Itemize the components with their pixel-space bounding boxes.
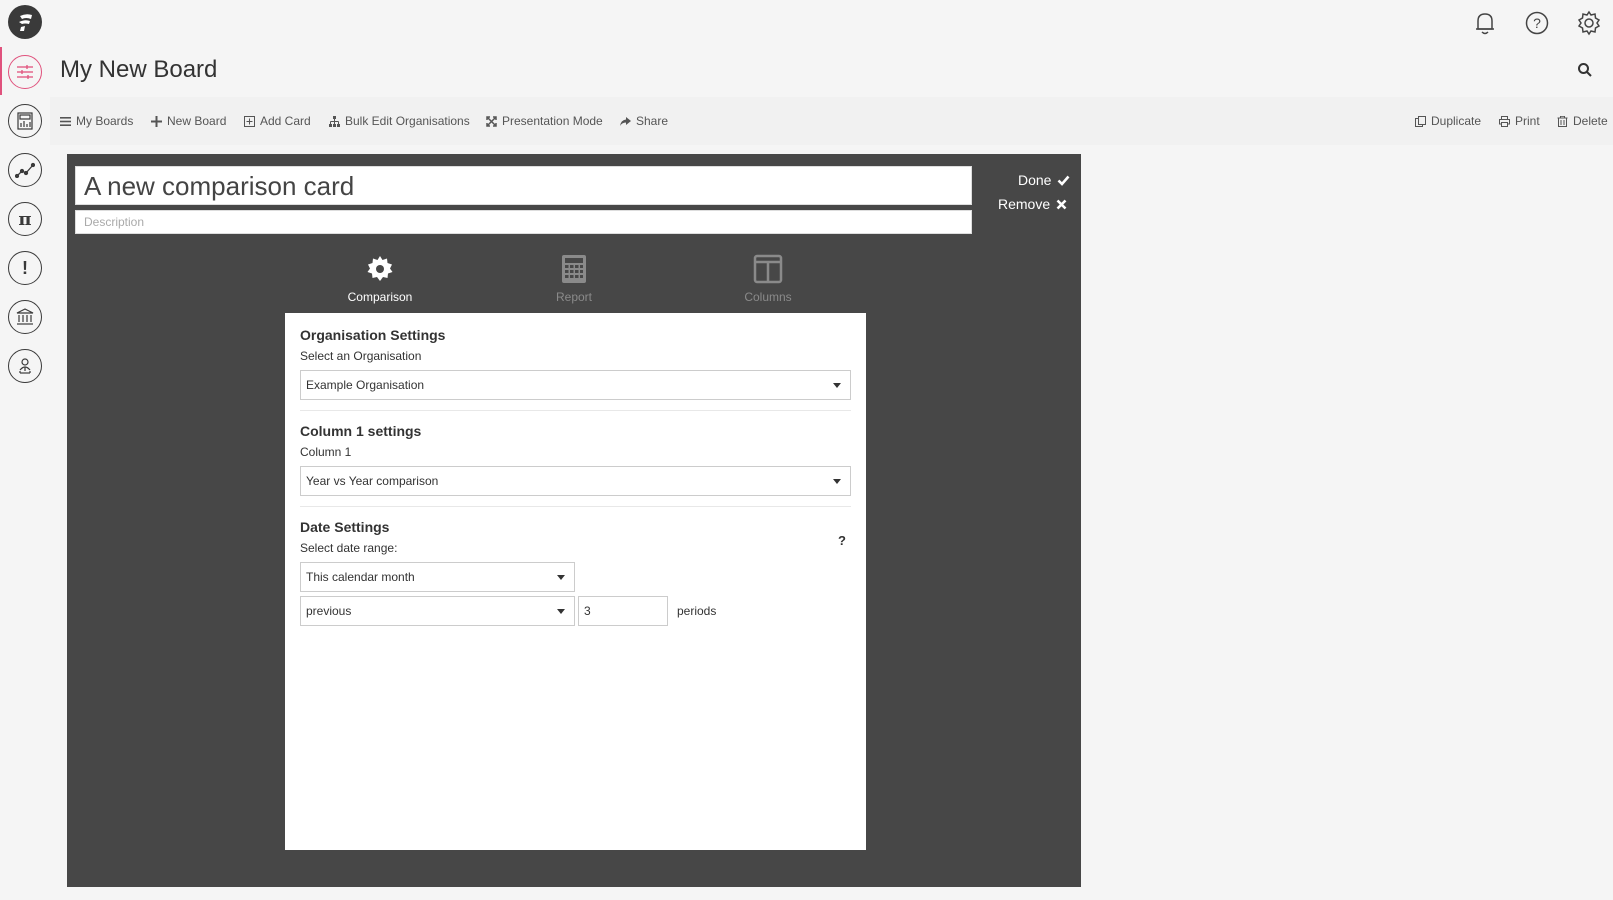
- share-button[interactable]: Share: [620, 114, 668, 128]
- caret-down-icon: [557, 575, 565, 580]
- trash-icon: [1557, 115, 1568, 127]
- tab-comparison-label: Comparison: [347, 290, 413, 304]
- period-direction-select[interactable]: previous: [300, 596, 575, 626]
- organisation-label: Select an Organisation: [300, 349, 422, 363]
- caret-down-icon: [833, 383, 841, 388]
- settings-panel: Organisation Settings Select an Organisa…: [285, 313, 866, 850]
- user-tree-icon[interactable]: [8, 349, 42, 383]
- alert-icon[interactable]: !: [8, 251, 42, 285]
- close-icon: [1056, 199, 1067, 209]
- divider: [300, 506, 851, 507]
- bank-icon[interactable]: [8, 300, 42, 334]
- trend-chart-icon[interactable]: [8, 153, 42, 187]
- print-button[interactable]: Print: [1499, 114, 1540, 128]
- period-direction-value: previous: [306, 604, 352, 618]
- fathom-logo-icon[interactable]: [8, 5, 42, 39]
- organisation-select[interactable]: Example Organisation: [300, 370, 851, 400]
- print-label: Print: [1515, 114, 1540, 128]
- active-indicator: [0, 47, 2, 95]
- bulk-edit-label: Bulk Edit Organisations: [345, 114, 470, 128]
- delete-button[interactable]: Delete: [1557, 114, 1608, 128]
- bulk-edit-button[interactable]: Bulk Edit Organisations: [329, 114, 470, 128]
- column1-select[interactable]: Year vs Year comparison: [300, 466, 851, 496]
- remove-label: Remove: [998, 196, 1051, 212]
- presentation-mode-label: Presentation Mode: [502, 114, 603, 128]
- page-title: My New Board: [60, 56, 218, 83]
- gear-icon: [367, 256, 393, 281]
- add-card-button[interactable]: Add Card: [244, 114, 311, 128]
- add-card-label: Add Card: [260, 114, 311, 128]
- duplicate-button[interactable]: Duplicate: [1415, 114, 1481, 128]
- share-label: Share: [636, 114, 669, 128]
- tab-columns-label: Columns: [744, 290, 792, 304]
- organisation-select-value: Example Organisation: [306, 378, 425, 392]
- toolbar: My Boards New Board Add Card Bulk Edit O…: [50, 97, 1613, 145]
- done-label: Done: [1018, 172, 1052, 188]
- card-description-input[interactable]: Description: [75, 210, 972, 234]
- card-title-input[interactable]: A new comparison card: [75, 166, 972, 205]
- card-editor: A new comparison card Description Done R…: [67, 154, 1081, 887]
- settings-sliders-icon[interactable]: [8, 55, 42, 89]
- pdf-report-icon[interactable]: [8, 104, 42, 138]
- column1-label: Column 1: [300, 445, 352, 459]
- check-icon: [1058, 175, 1070, 186]
- gear-icon[interactable]: [1574, 8, 1604, 38]
- tab-columns[interactable]: Columns: [718, 254, 818, 304]
- caret-down-icon: [833, 479, 841, 484]
- svg-text:?: ?: [1533, 15, 1541, 31]
- plus-icon: [151, 115, 162, 127]
- tab-report-label: Report: [555, 290, 593, 304]
- help-icon[interactable]: ?: [1522, 8, 1552, 38]
- date-range-label: Select date range:: [300, 541, 398, 555]
- help-question-icon[interactable]: ?: [838, 533, 846, 548]
- columns-icon: [753, 254, 783, 284]
- date-range-select[interactable]: This calendar month: [300, 562, 575, 592]
- divider: [300, 410, 851, 411]
- bell-icon[interactable]: [1470, 8, 1500, 38]
- new-board-button[interactable]: New Board: [151, 114, 226, 128]
- search-icon[interactable]: [1577, 62, 1595, 80]
- caret-down-icon: [557, 609, 565, 614]
- my-boards-label: My Boards: [76, 114, 134, 128]
- print-icon: [1499, 115, 1510, 127]
- remove-button[interactable]: Remove: [998, 196, 1067, 212]
- sidebar: π !: [0, 0, 50, 900]
- sitemap-icon: [329, 115, 340, 127]
- share-icon: [620, 116, 631, 126]
- list-icon: [60, 116, 71, 126]
- expand-icon: [486, 115, 497, 127]
- copy-icon: [1415, 115, 1426, 127]
- periods-label: periods: [677, 604, 717, 618]
- presentation-mode-button[interactable]: Presentation Mode: [486, 114, 603, 128]
- tab-report[interactable]: Report: [524, 254, 624, 304]
- done-button[interactable]: Done: [1018, 172, 1070, 188]
- pi-icon[interactable]: π: [8, 202, 42, 236]
- new-board-label: New Board: [167, 114, 227, 128]
- date-range-select-value: This calendar month: [306, 570, 415, 584]
- organisation-settings-heading: Organisation Settings: [300, 327, 446, 343]
- periods-count-input[interactable]: 3: [578, 596, 668, 626]
- date-settings-heading: Date Settings: [300, 519, 390, 535]
- column1-settings-heading: Column 1 settings: [300, 423, 422, 439]
- duplicate-label: Duplicate: [1431, 114, 1482, 128]
- add-card-icon: [244, 115, 255, 127]
- my-boards-button[interactable]: My Boards: [60, 114, 133, 128]
- delete-label: Delete: [1573, 114, 1608, 128]
- tab-comparison[interactable]: Comparison: [330, 254, 430, 304]
- calculator-icon: [562, 255, 586, 283]
- column1-select-value: Year vs Year comparison: [306, 474, 439, 488]
